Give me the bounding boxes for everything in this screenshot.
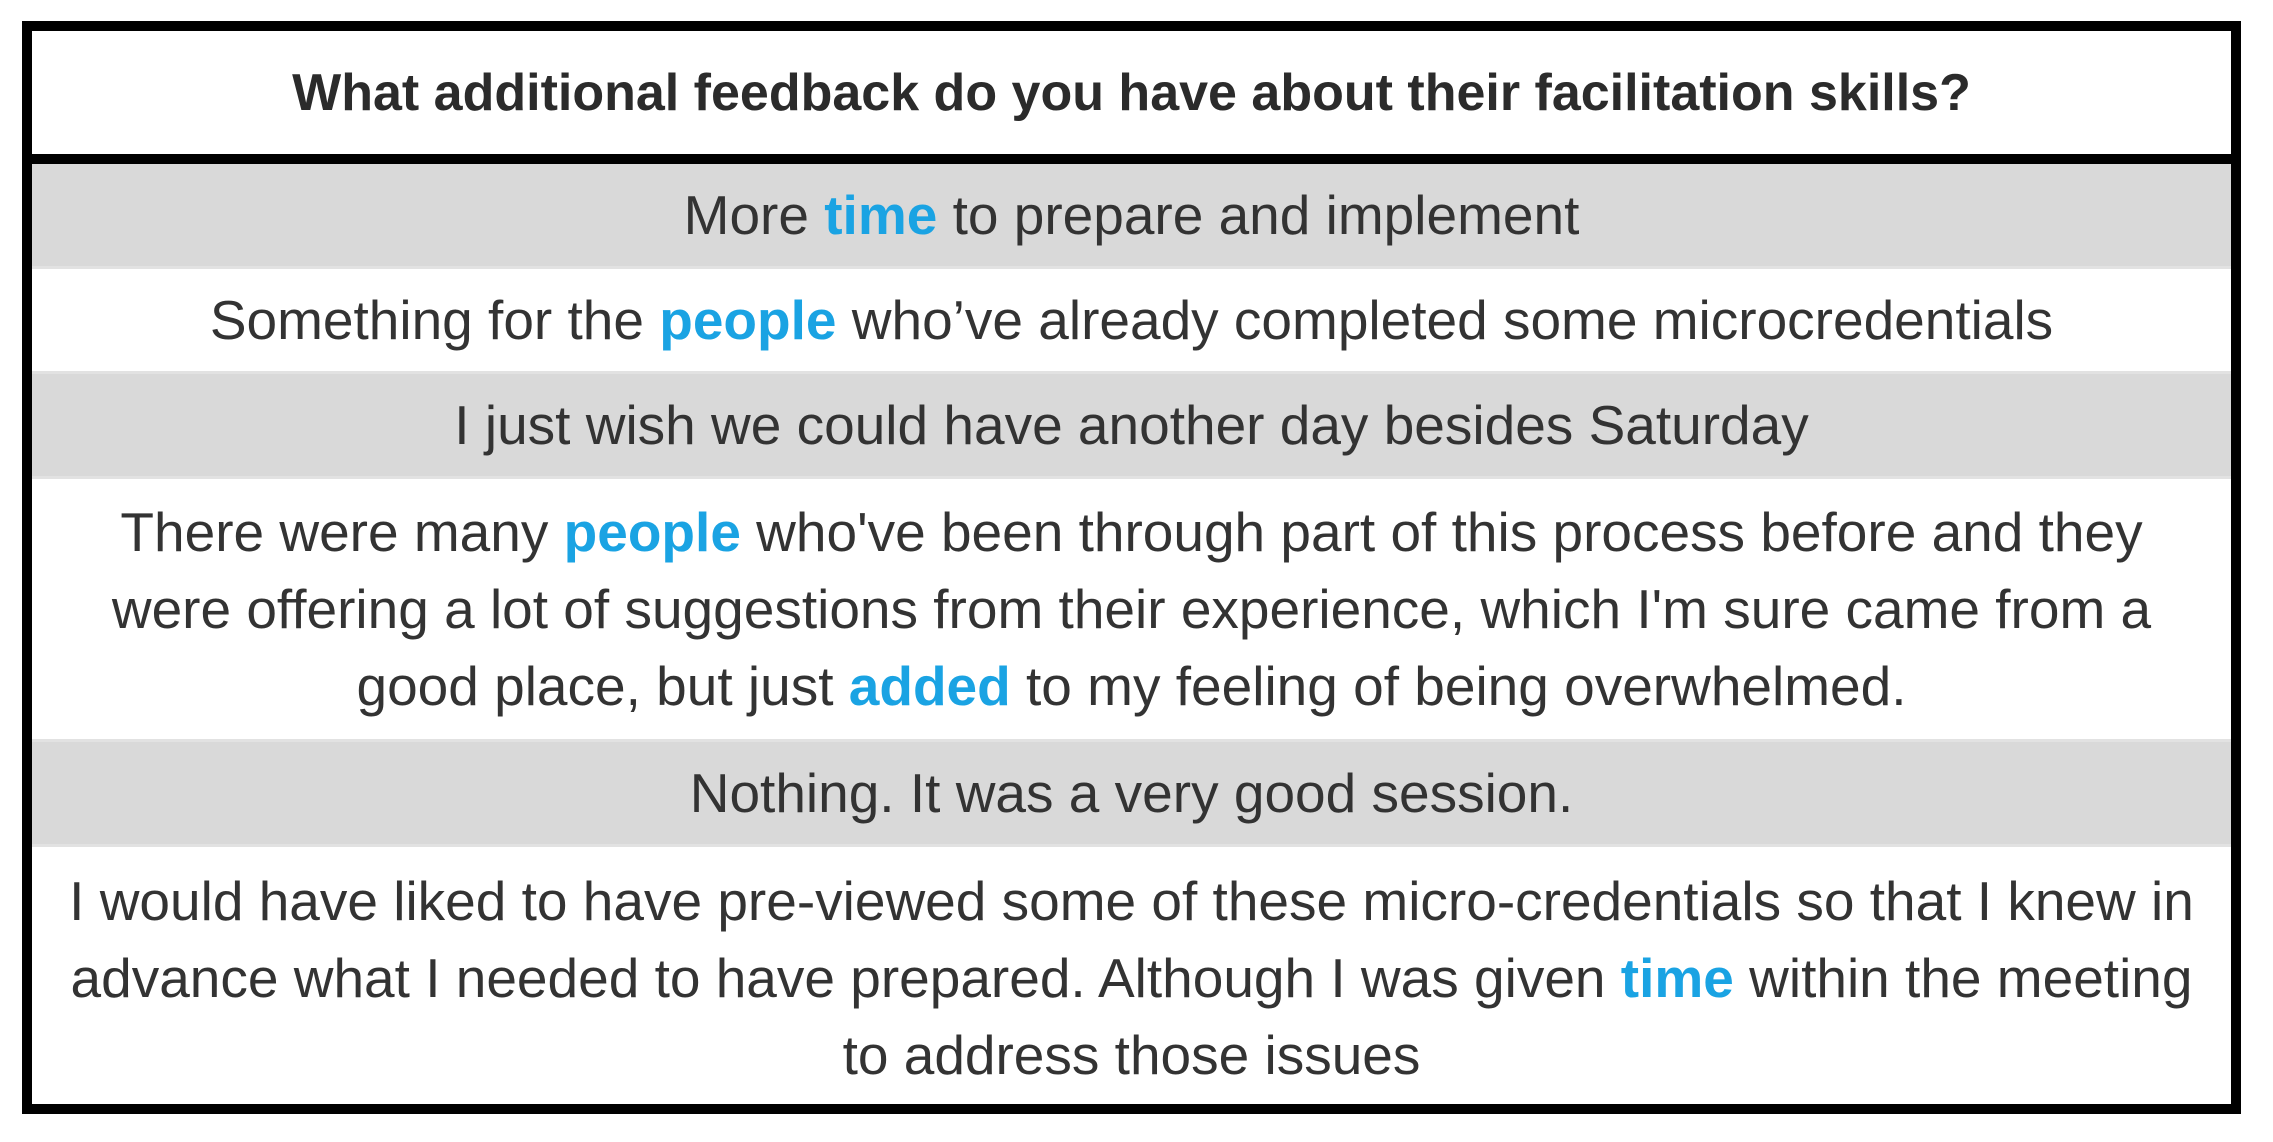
table-row: I just wish we could have another day be… xyxy=(32,374,2231,479)
row-text-part: who’ve already completed some microcrede… xyxy=(836,288,2054,351)
table-row: Nothing. It was a very good session. xyxy=(32,742,2231,847)
table-row: More time to prepare and implement xyxy=(32,164,2231,269)
table-row: Something for the people who’ve already … xyxy=(32,269,2231,374)
highlighted-keyword: added xyxy=(848,654,1011,717)
row-text: Something for the people who’ve already … xyxy=(210,282,2053,359)
highlighted-keyword: time xyxy=(824,183,938,246)
feedback-table: What additional feedback do you have abo… xyxy=(22,21,2241,1114)
row-text-part: to my feeling of being overwhelmed. xyxy=(1010,654,1907,717)
row-text: I just wish we could have another day be… xyxy=(454,393,1809,456)
row-text-part: There were many xyxy=(120,500,564,563)
row-text: I would have liked to have pre-viewed so… xyxy=(56,863,2207,1094)
row-text: More time to prepare and implement xyxy=(684,177,1580,254)
row-text: There were many people who've been throu… xyxy=(56,494,2207,725)
table-row: There were many people who've been throu… xyxy=(32,479,2231,742)
row-text-part: More xyxy=(683,183,825,246)
highlighted-keyword: people xyxy=(659,288,837,351)
table-row: I would have liked to have pre-viewed so… xyxy=(32,847,2231,1110)
highlighted-keyword: time xyxy=(1620,947,1734,1009)
row-text: Nothing. It was a very good session. xyxy=(689,761,1574,824)
table-header: What additional feedback do you have abo… xyxy=(32,31,2231,164)
highlighted-keyword: people xyxy=(563,500,741,563)
row-text-part: Something for the xyxy=(209,288,660,351)
row-text-part: to prepare and implement xyxy=(937,183,1580,246)
table-body: More time to prepare and implement Somet… xyxy=(32,164,2231,1110)
